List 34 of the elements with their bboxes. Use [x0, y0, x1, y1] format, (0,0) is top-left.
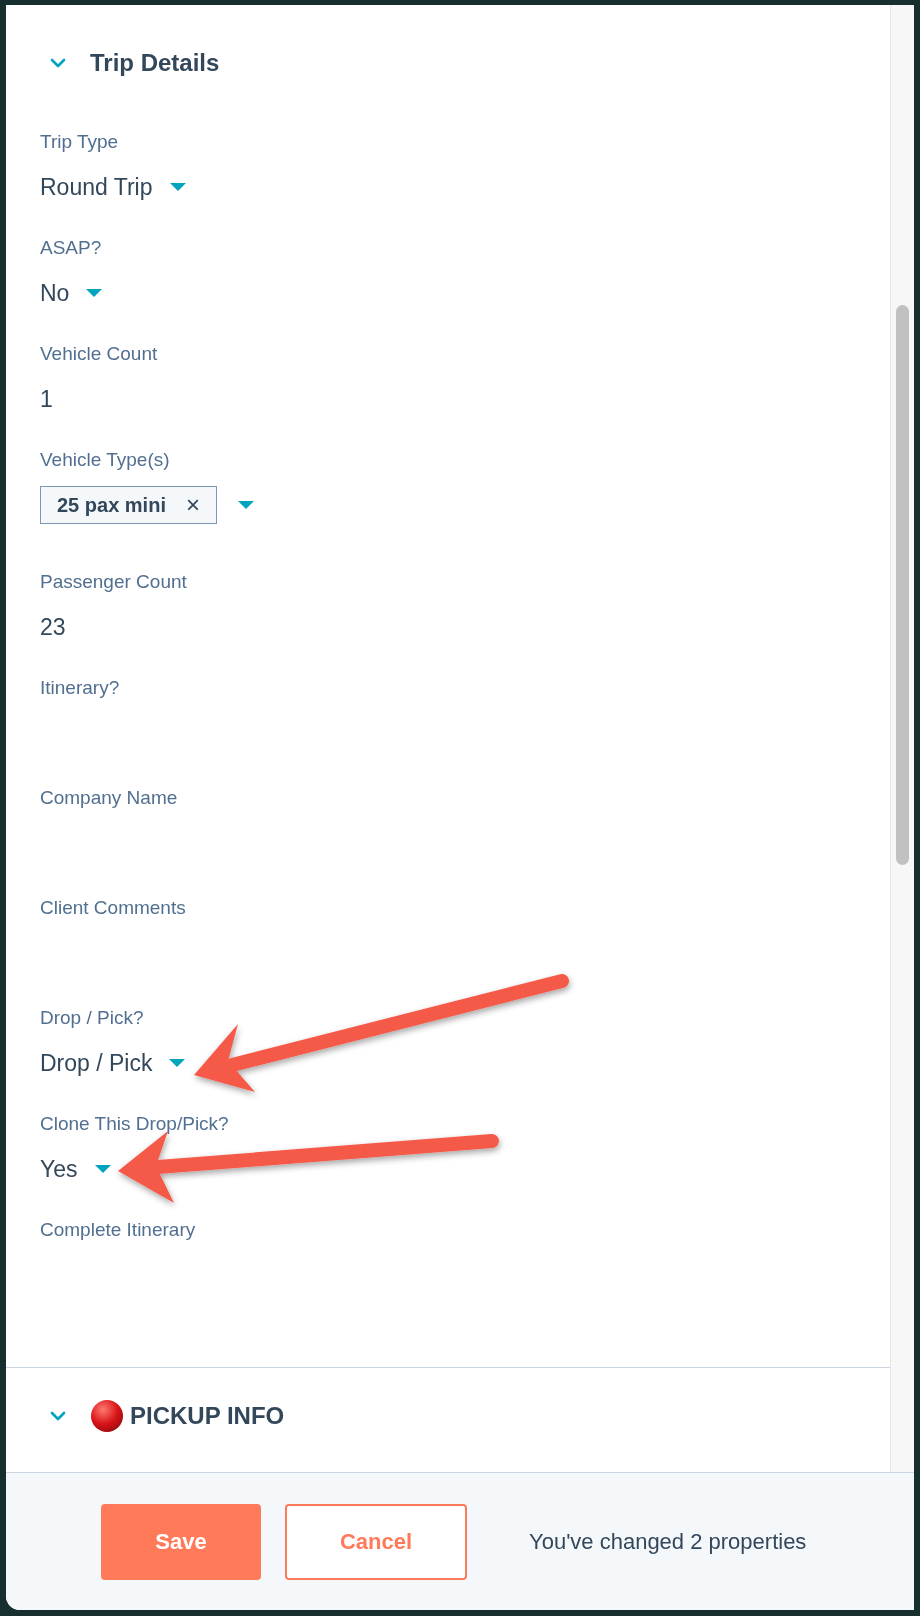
field-label: Company Name	[40, 786, 178, 810]
field-label: Passenger Count	[40, 570, 187, 594]
caret-icon[interactable]	[236, 500, 255, 510]
field-label: Clone This Drop/Pick?	[40, 1112, 229, 1136]
remove-tag-button[interactable]: ×	[185, 493, 200, 517]
section-title: PICKUP INFO	[130, 1401, 285, 1431]
caret-icon[interactable]	[93, 1164, 112, 1174]
section-header[interactable]: PICKUP INFO	[6, 1368, 890, 1464]
chevron-icon[interactable]	[49, 57, 67, 69]
field-label: Trip Type	[40, 130, 119, 154]
caret-icon[interactable]	[168, 1058, 187, 1068]
field-label: ASAP?	[40, 236, 102, 260]
field-label: Itinerary?	[40, 676, 120, 700]
tag-label: 25 pax mini	[57, 493, 166, 518]
status-dot-icon	[90, 1399, 124, 1433]
dropdown[interactable]: Round Trip	[40, 167, 187, 207]
caret-icon[interactable]	[85, 288, 104, 298]
section-header[interactable]: Trip Details	[6, 5, 890, 121]
field-label: Vehicle Count	[40, 342, 158, 366]
chevron-icon[interactable]	[49, 1410, 67, 1422]
field-label: Client Comments	[40, 896, 186, 920]
dropdown[interactable]: No	[40, 273, 104, 313]
field-label: Complete Itinerary	[40, 1218, 196, 1242]
scrollbar[interactable]	[890, 5, 914, 1472]
field-label: Drop / Pick?	[40, 1006, 144, 1030]
caret-icon[interactable]	[168, 182, 187, 192]
field-value: 23	[40, 612, 67, 642]
dropdown[interactable]: Drop / Pick	[40, 1043, 187, 1083]
section-title: Trip Details	[90, 48, 220, 78]
changes-message: You've changed 2 properties	[529, 1528, 807, 1556]
dropdown[interactable]: Yes	[40, 1149, 112, 1189]
field-value: 1	[40, 384, 54, 414]
field-label: Vehicle Type(s)	[40, 448, 170, 472]
scrollbar-thumb[interactable]	[896, 305, 909, 865]
